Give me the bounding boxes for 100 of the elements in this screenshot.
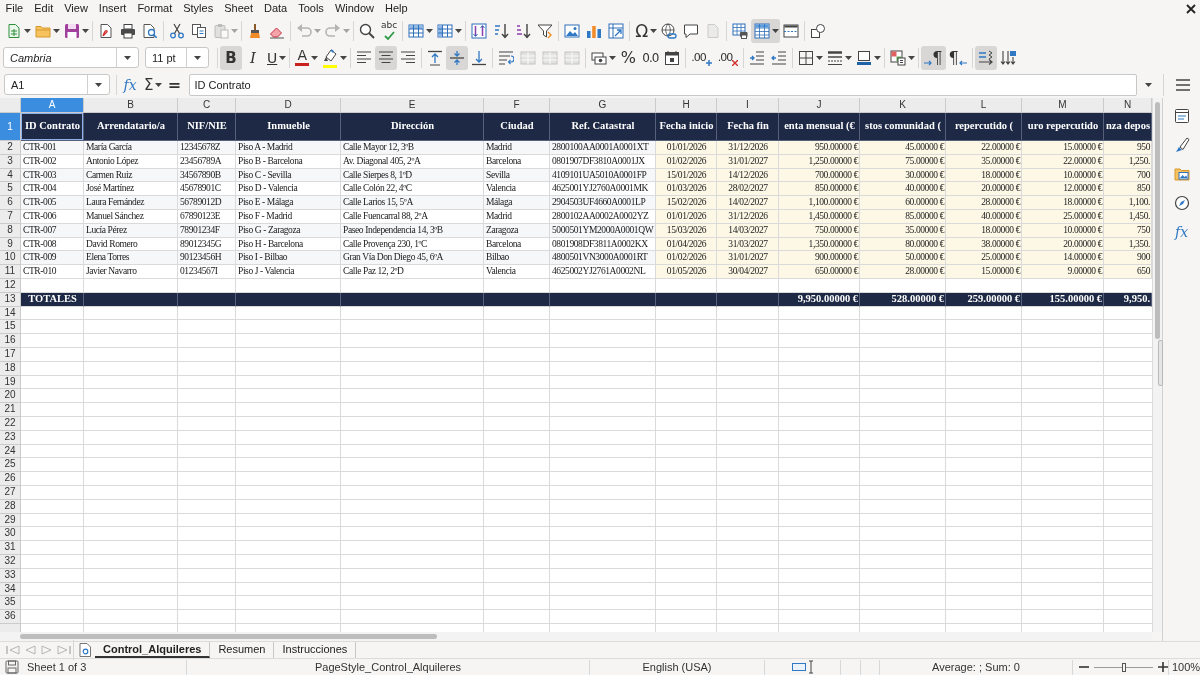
row-header[interactable]: 15 <box>0 320 21 335</box>
language-text[interactable]: English (USA) <box>642 661 712 673</box>
special-character-button[interactable]: Ω <box>632 18 659 43</box>
column-header[interactable]: J <box>779 98 860 113</box>
italic-button[interactable]: I <box>242 45 264 70</box>
freeze-button[interactable] <box>751 18 781 43</box>
row-header[interactable]: 31 <box>0 541 21 555</box>
sheet-position-text: Sheet 1 of 3 <box>27 661 87 673</box>
row-header[interactable]: 6 <box>0 196 21 210</box>
row-header[interactable]: 30 <box>0 527 21 542</box>
sheet-tab[interactable]: Control_Alquileres <box>95 642 211 658</box>
table-cell: 9,950. <box>1104 292 1152 307</box>
column-header[interactable]: F <box>484 98 550 113</box>
underline-button[interactable]: U <box>264 45 288 70</box>
menu-item[interactable]: Data <box>258 1 293 16</box>
font-name-field[interactable]: Cambria <box>3 47 139 68</box>
row-header[interactable]: 2 <box>0 141 21 155</box>
column-header[interactable]: H <box>656 98 717 113</box>
document-icon <box>6 22 22 39</box>
row-header[interactable]: 25 <box>0 458 21 473</box>
add-decimal-button[interactable]: .00 <box>688 45 715 70</box>
table-cell: 22.00000 € <box>946 141 1022 155</box>
align-center-button[interactable] <box>375 45 398 70</box>
column-header[interactable]: B <box>84 98 178 113</box>
header-cell: nza depos <box>1104 113 1152 141</box>
name-box-field[interactable]: A1 <box>4 74 110 95</box>
column-header[interactable]: M <box>1022 98 1104 113</box>
menu-item[interactable]: File <box>0 1 29 16</box>
column-header[interactable]: K <box>860 98 946 113</box>
menu-item[interactable]: Edit <box>28 1 59 16</box>
table-cell: 56789012D <box>178 196 236 210</box>
row-header[interactable]: 16 <box>0 334 21 348</box>
row-header[interactable]: 35 <box>0 596 21 611</box>
menu-item[interactable]: View <box>58 1 94 16</box>
delete-decimal-button[interactable]: .00 <box>714 45 742 70</box>
row-header[interactable]: 5 <box>0 182 21 197</box>
percent-button[interactable]: % <box>617 45 640 70</box>
menu-item[interactable]: Help <box>379 1 414 16</box>
calendar-icon <box>664 49 681 66</box>
column-header[interactable]: I <box>717 98 779 113</box>
row-header[interactable]: 26 <box>0 472 21 486</box>
sum-button[interactable]: Σ <box>141 72 164 97</box>
plus-icon[interactable] <box>1158 662 1168 672</box>
left-to-right-button[interactable]: ¶ <box>921 45 946 70</box>
font-size-field[interactable]: 11 pt <box>145 47 209 68</box>
close-icon[interactable] <box>1186 3 1196 14</box>
table-cell: 650 <box>1104 265 1152 279</box>
caret-icon <box>426 28 434 33</box>
right-to-left-button[interactable]: ¶ <box>945 45 970 70</box>
menu-item[interactable]: Tools <box>292 1 330 16</box>
zoom-percent-text[interactable]: 100% <box>1172 661 1200 673</box>
row-header[interactable]: 36 <box>0 610 21 624</box>
column-header[interactable]: N <box>1104 98 1152 113</box>
sheet-tab[interactable]: Instrucciones <box>274 642 357 658</box>
caret-icon <box>311 55 319 60</box>
caret-icon <box>314 28 321 33</box>
number-format-button[interactable]: 0.0 <box>639 45 662 70</box>
column-header[interactable]: G <box>550 98 656 113</box>
sidebar-handle[interactable] <box>1158 340 1163 386</box>
scrollbar-thumb[interactable] <box>1155 102 1160 339</box>
table-cell: 900.00000 € <box>779 251 860 266</box>
table-cell: 31/12/2026 <box>717 141 779 155</box>
menu-item[interactable]: Sheet <box>218 1 259 16</box>
table-cell: 15.00000 € <box>946 265 1022 279</box>
column-header[interactable]: D <box>236 98 341 113</box>
arrow-icon <box>924 59 933 66</box>
table-cell: 900 <box>1104 251 1152 266</box>
menu-item[interactable]: Insert <box>93 1 132 16</box>
menu-item[interactable]: Format <box>131 1 178 16</box>
row-header[interactable]: 21 <box>0 403 21 417</box>
column-header[interactable]: E <box>341 98 484 113</box>
column-header[interactable]: L <box>946 98 1022 113</box>
rectangle-cursor-icon[interactable] <box>791 660 814 674</box>
add-sheet-icon[interactable] <box>79 643 91 657</box>
function-wizard-button[interactable]: fx <box>119 72 141 97</box>
table-cell: Piso I - Bilbao <box>236 251 341 266</box>
font-color-button[interactable]: A <box>292 45 320 70</box>
menu-item[interactable]: Window <box>329 1 380 16</box>
slider-thumb[interactable] <box>1121 662 1126 672</box>
align-left-icon <box>356 49 373 66</box>
table-cell: 12.00000 € <box>1022 182 1104 197</box>
column-header[interactable]: C <box>178 98 236 113</box>
row-header[interactable]: 11 <box>0 265 21 279</box>
spelling-button[interactable]: abc <box>378 18 401 43</box>
row-header[interactable]: 20 <box>0 389 21 404</box>
table-cell: 528.00000 € <box>860 292 946 307</box>
banknote-icon <box>591 49 608 66</box>
center-vertically-button[interactable] <box>446 45 469 70</box>
text-left-to-right-button[interactable] <box>974 45 997 70</box>
row-header[interactable]: 10 <box>0 251 21 266</box>
formula-input-field[interactable]: ID Contrato <box>189 73 1137 96</box>
functions-button[interactable]: fx <box>1168 220 1195 244</box>
menu-item[interactable]: Styles <box>177 1 219 16</box>
properties-icon <box>1173 108 1190 124</box>
bold-button[interactable]: B <box>220 45 242 70</box>
copy-icon <box>191 22 207 39</box>
sheet-tab[interactable]: Resumen <box>210 642 275 658</box>
caret-icon <box>772 28 780 33</box>
formula-button[interactable]: = <box>163 72 186 97</box>
scrollbar-thumb[interactable] <box>20 634 437 639</box>
